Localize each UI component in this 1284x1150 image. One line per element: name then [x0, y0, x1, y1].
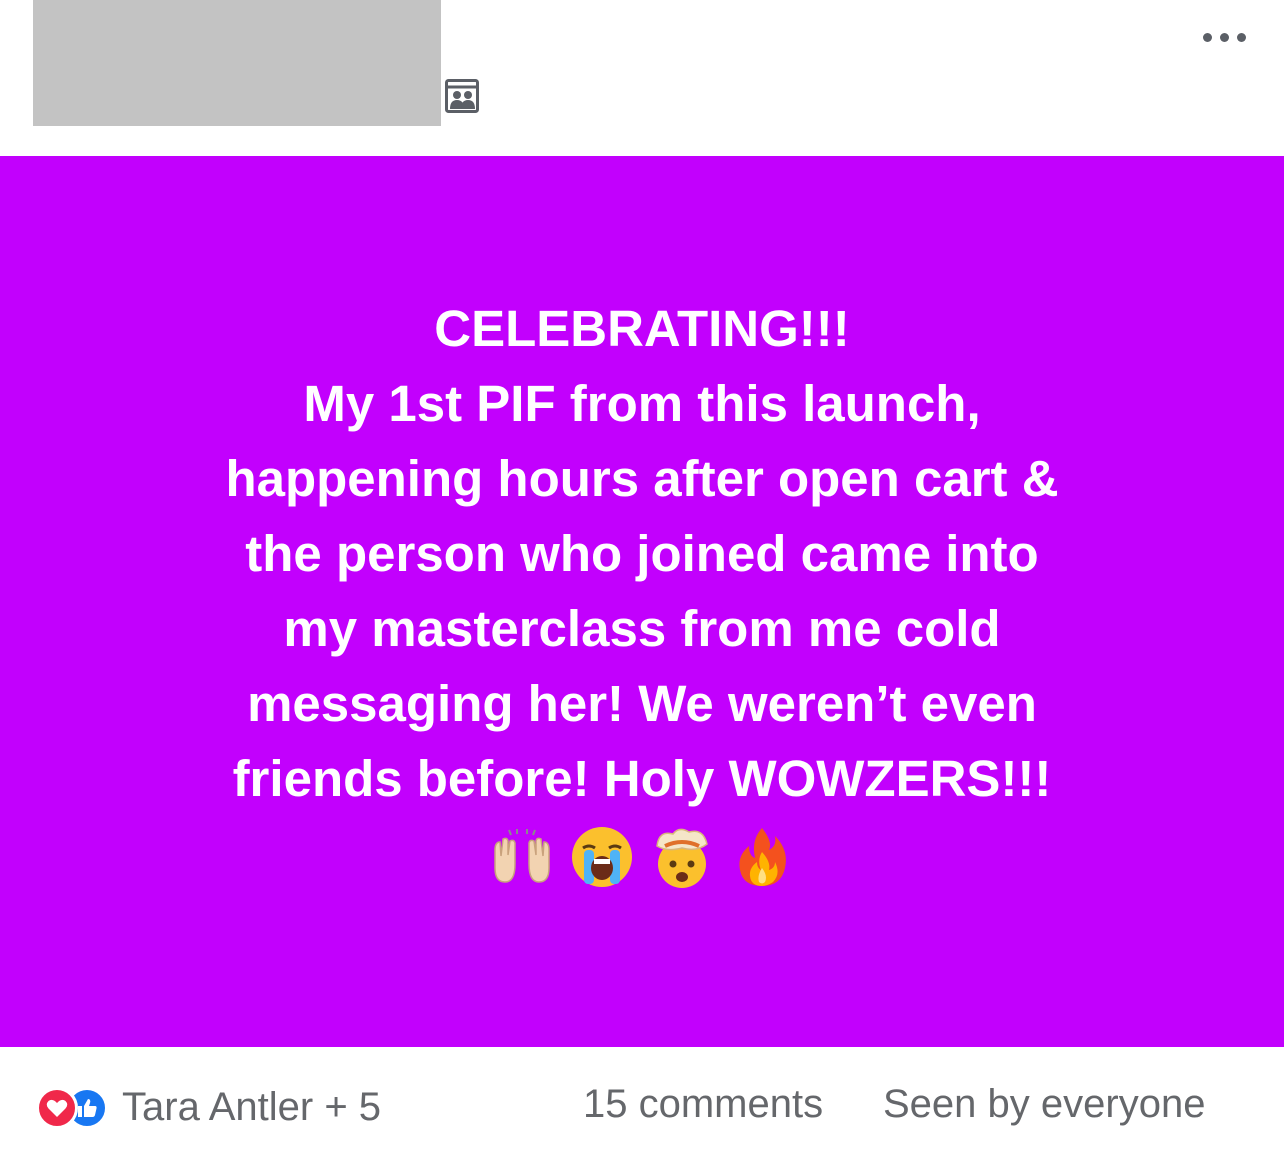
post-text-line: messaging her! We weren’t even — [247, 675, 1037, 732]
loudly-crying-face-emoji — [572, 827, 632, 887]
post-background: CELEBRATING!!! My 1st PIF from this laun… — [0, 156, 1284, 1047]
reactors-label: Tara Antler + 5 — [122, 1085, 382, 1129]
more-options-button[interactable] — [1194, 22, 1254, 52]
post-text-line: CELEBRATING!!! — [434, 300, 850, 357]
post-text: CELEBRATING!!! My 1st PIF from this laun… — [62, 291, 1222, 816]
emoji-row — [489, 822, 795, 892]
post-header — [0, 0, 1284, 156]
post-text-line: my masterclass from me cold — [283, 600, 1001, 657]
post-text-line: friends before! Holy WOWZERS!!! — [232, 750, 1052, 807]
more-options-dot — [1219, 32, 1229, 42]
group-members-icon — [445, 79, 479, 113]
reactions-summary[interactable]: Tara Antler + 5 — [36, 1085, 381, 1130]
post-text-line: the person who joined came into — [245, 525, 1039, 582]
post-text-line: My 1st PIF from this launch, — [303, 375, 981, 432]
comments-count-link[interactable]: 15 comments — [583, 1082, 823, 1127]
fire-emoji — [739, 828, 786, 886]
love-reaction-icon — [36, 1086, 78, 1129]
more-options-dot — [1236, 32, 1246, 42]
seen-by-label[interactable]: Seen by everyone — [883, 1082, 1205, 1127]
post-text-line: happening hours after open cart & — [225, 450, 1059, 507]
more-options-icon — [1202, 32, 1212, 42]
exploding-head-emoji — [656, 828, 708, 888]
raising-hands-emoji — [494, 829, 550, 883]
redacted-author-name — [33, 0, 441, 126]
